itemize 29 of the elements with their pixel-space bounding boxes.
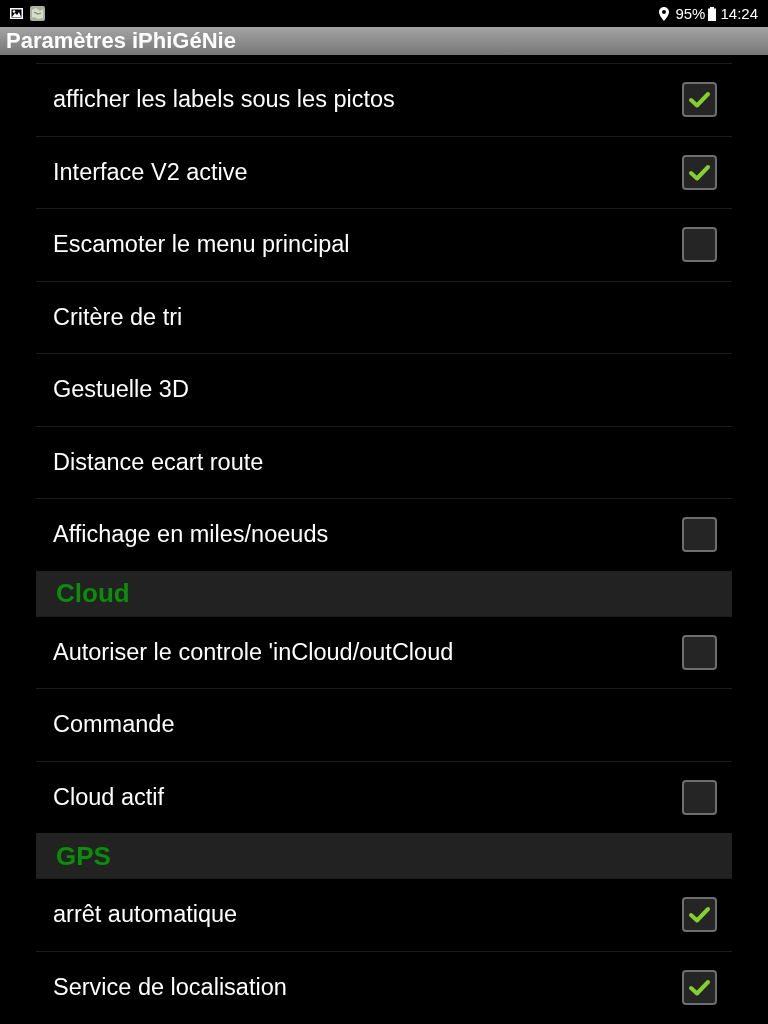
checked-checkbox-icon[interactable] <box>682 82 717 118</box>
screen-title: Paramètres iPhiGéNie <box>6 30 236 52</box>
checked-checkbox-icon[interactable] <box>682 969 717 1005</box>
checkbox-icon[interactable] <box>682 779 717 815</box>
setting-label[interactable]: Affichage en miles/noeuds <box>53 523 329 547</box>
checked-checkbox-icon[interactable] <box>682 897 717 933</box>
setting-label[interactable]: Cloud actif <box>53 785 165 809</box>
checked-checkbox-icon[interactable] <box>682 154 717 190</box>
section-title: GPS <box>56 842 111 869</box>
setting-label[interactable]: Distance ecart route <box>53 450 264 474</box>
setting-label[interactable]: Autoriser le controle 'inCloud/outCloud <box>53 640 454 664</box>
battery-icon <box>708 6 717 21</box>
checkbox-icon[interactable] <box>682 517 717 553</box>
status-time: 14:24 <box>720 6 758 21</box>
checkbox-icon[interactable] <box>682 634 717 670</box>
section-title: Cloud <box>56 580 130 606</box>
location-pin-icon <box>659 6 670 21</box>
battery-percentage: 95% <box>675 6 706 21</box>
image-icon <box>10 8 23 19</box>
setting-label[interactable]: Commande <box>53 713 175 737</box>
setting-label[interactable]: Escamoter le menu principal <box>53 233 350 257</box>
setting-label[interactable]: Service de localisation <box>53 975 287 999</box>
setting-label[interactable]: Interface V2 active <box>53 160 248 184</box>
setting-label[interactable]: afficher les labels sous les pictos <box>53 88 395 112</box>
app-thumbnail-icon <box>30 6 45 21</box>
checkbox-icon[interactable] <box>682 227 717 263</box>
setting-label[interactable]: arrêt automatique <box>53 903 238 927</box>
setting-label[interactable]: Critère de tri <box>53 305 183 329</box>
setting-label[interactable]: Gestuelle 3D <box>53 378 189 402</box>
